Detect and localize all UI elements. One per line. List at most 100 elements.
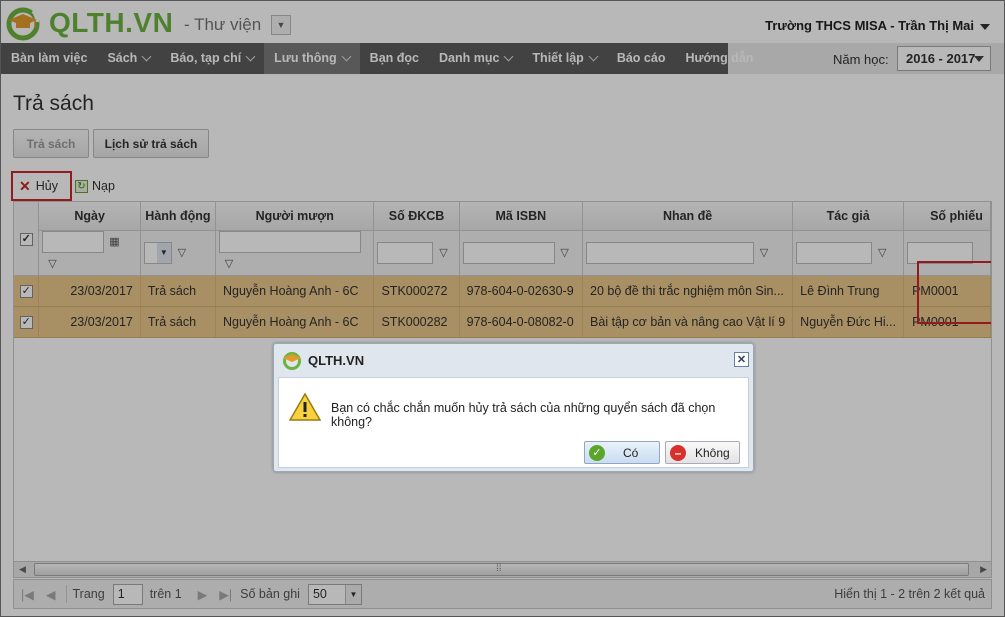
cancel-button[interactable]: ✕ Hủy xyxy=(11,171,72,201)
cell-title: Bài tập cơ bản và nâng cao Vật lí 9 xyxy=(582,306,794,338)
warning-icon xyxy=(288,392,322,425)
horizontal-scrollbar[interactable]: ◀ ⁞⁞ ▶ xyxy=(13,561,992,578)
nav-item-label: Báo cáo xyxy=(616,51,666,65)
scrollbar-thumb[interactable]: ⁞⁞ xyxy=(34,563,969,576)
pager: |◀ ◀ Trang 1 trên 1 ▶ ▶| Số bản ghi 50 ▼… xyxy=(13,579,992,609)
nav-item[interactable]: Thiết lập xyxy=(522,43,606,74)
filter-input[interactable] xyxy=(42,230,105,253)
page-title: Trả sách xyxy=(13,92,94,115)
grip-icon: ⁞⁞ xyxy=(496,563,502,574)
cell-author: Lê Đình Trung xyxy=(792,275,905,307)
filter-icon[interactable]: ▽ xyxy=(754,242,774,264)
school-year-select[interactable]: 2016 - 2017 xyxy=(897,46,991,71)
column-header-isbn[interactable]: Mã ISBN xyxy=(459,202,584,231)
first-page-icon[interactable]: |◀ xyxy=(21,587,34,602)
calendar-icon[interactable]: ▦ xyxy=(104,231,124,253)
dialog-body: Bạn có chắc chắn muốn hủy trả sách của n… xyxy=(278,377,749,468)
filter-cell: ▽ xyxy=(373,230,460,276)
filter-icon[interactable]: ▽ xyxy=(433,242,453,264)
cell-borrower: Nguyễn Hoàng Anh - 6C xyxy=(215,306,375,338)
chevron-down-icon xyxy=(341,51,352,62)
filter-icon[interactable]: ▽ xyxy=(219,253,239,275)
prev-page-icon[interactable]: ◀ xyxy=(46,587,56,602)
column-header-slip-no[interactable]: Số phiếu xyxy=(903,202,991,231)
nav-item-label: Danh mục xyxy=(438,51,500,65)
filter-cell: ▼ ▽ xyxy=(140,230,216,276)
filter-icon[interactable]: ▽ xyxy=(172,242,192,264)
cell-author: Nguyễn Đức Hi... xyxy=(792,306,905,338)
nav-item[interactable]: Báo, tạp chí xyxy=(160,43,264,74)
nav-item[interactable]: Hướng dẫn xyxy=(675,43,763,74)
module-dropdown-button[interactable]: ▼ xyxy=(271,15,291,35)
select-all-checkbox[interactable]: ✓ xyxy=(19,232,33,246)
column-header-date[interactable]: Ngày xyxy=(38,202,141,231)
cell-action: Trả sách xyxy=(140,306,216,338)
cell-isbn: 978-604-0-02630-9 xyxy=(459,275,584,307)
chevron-down-icon[interactable]: ▼ xyxy=(156,242,171,263)
filter-cell: ▽ xyxy=(215,230,375,276)
chevron-down-icon xyxy=(588,51,599,62)
filter-input[interactable] xyxy=(796,241,873,264)
nav-item-label: Bàn làm việc xyxy=(11,51,88,65)
column-header-title[interactable]: Nhan đề xyxy=(582,202,794,231)
nav-item[interactable]: Lưu thông xyxy=(264,43,360,74)
cell-registration-no: STK000282 xyxy=(373,306,460,338)
page-input[interactable]: 1 xyxy=(112,583,143,605)
cell-slip-no[interactable]: PM0001 xyxy=(903,306,991,338)
no-button[interactable]: – Không xyxy=(665,441,740,464)
nav-item[interactable]: Sách xyxy=(97,43,160,74)
nav-item-label: Sách xyxy=(107,51,138,65)
close-icon[interactable]: ✕ xyxy=(734,352,749,367)
nav-item[interactable]: Bàn làm việc xyxy=(1,43,97,74)
cell-title: 20 bộ đề thi trắc nghiệm môn Sin... xyxy=(582,275,794,307)
dialog-message: Bạn có chắc chắn muốn hủy trả sách của n… xyxy=(331,401,716,429)
column-header-borrower[interactable]: Người mượn xyxy=(215,202,375,231)
user-name: Trường THCS MISA - Trần Thị Mai xyxy=(765,18,974,33)
last-page-icon[interactable]: ▶| xyxy=(219,587,232,602)
chevron-down-icon xyxy=(974,56,984,62)
filter-cell: ▽ xyxy=(582,230,794,276)
column-header-action[interactable]: Hành động xyxy=(140,202,216,231)
pager-separator xyxy=(65,585,67,603)
nav-item[interactable]: Báo cáo xyxy=(607,43,676,74)
filter-input[interactable] xyxy=(586,241,755,264)
row-checkbox[interactable]: ✓ xyxy=(19,285,33,298)
select-all-header: ✓ xyxy=(14,202,40,276)
filter-icon[interactable]: ▽ xyxy=(872,242,892,264)
filter-input[interactable] xyxy=(377,241,434,264)
school-year-value: 2016 - 2017 xyxy=(906,51,976,66)
cell-date: 23/03/2017 xyxy=(38,275,141,307)
filter-input[interactable] xyxy=(218,230,361,253)
column-header-author[interactable]: Tác giả xyxy=(792,202,905,231)
row-select-cell: ✓ xyxy=(14,275,40,307)
check-icon: ✓ xyxy=(589,444,605,461)
nav-item[interactable]: Bạn đọc xyxy=(360,43,429,74)
reload-button[interactable]: ↻ Nạp xyxy=(75,171,125,201)
yes-button[interactable]: ✓ Có xyxy=(584,441,660,464)
filter-input[interactable]: ▼ xyxy=(143,241,172,264)
scroll-left-icon[interactable]: ◀ xyxy=(19,564,26,575)
row-checkbox[interactable]: ✓ xyxy=(19,316,33,329)
dialog-title: QLTH.VN xyxy=(308,353,365,368)
tab-return-history[interactable]: Lịch sử trả sách xyxy=(93,129,209,158)
filter-icon[interactable]: ▽ xyxy=(555,242,575,264)
table-row[interactable]: ✓ 23/03/2017 Trả sách Nguyễn Hoàng Anh - 6C… xyxy=(14,306,991,338)
filter-input[interactable] xyxy=(462,241,555,264)
chevron-down-icon: ▼ xyxy=(276,20,286,30)
filter-icon[interactable]: ▽ xyxy=(42,253,62,275)
nav-item[interactable]: Danh mục xyxy=(429,43,522,74)
filter-cell: ▽ xyxy=(459,230,584,276)
no-button-label: Không xyxy=(695,445,730,460)
column-header-registration-no[interactable]: Số ĐKCB xyxy=(373,202,460,231)
records-per-page-select[interactable]: 50 ▼ xyxy=(307,583,362,605)
cell-slip-no[interactable]: PM0001 xyxy=(903,275,991,307)
user-menu[interactable]: Trường THCS MISA - Trần Thị Mai xyxy=(765,18,990,33)
next-page-icon[interactable]: ▶ xyxy=(198,587,208,602)
logo[interactable]: QLTH.VN xyxy=(5,5,173,41)
header: QLTH.VN - Thư viện ▼ Trường THCS MISA - … xyxy=(1,1,1004,43)
scroll-right-icon[interactable]: ▶ xyxy=(980,564,987,575)
table-row[interactable]: ✓ 23/03/2017 Trả sách Nguyễn Hoàng Anh - 6C… xyxy=(14,275,991,307)
filter-input[interactable] xyxy=(907,241,974,264)
logo-text: QLTH.VN xyxy=(49,7,174,38)
tab-return-books[interactable]: Trả sách xyxy=(13,129,89,158)
